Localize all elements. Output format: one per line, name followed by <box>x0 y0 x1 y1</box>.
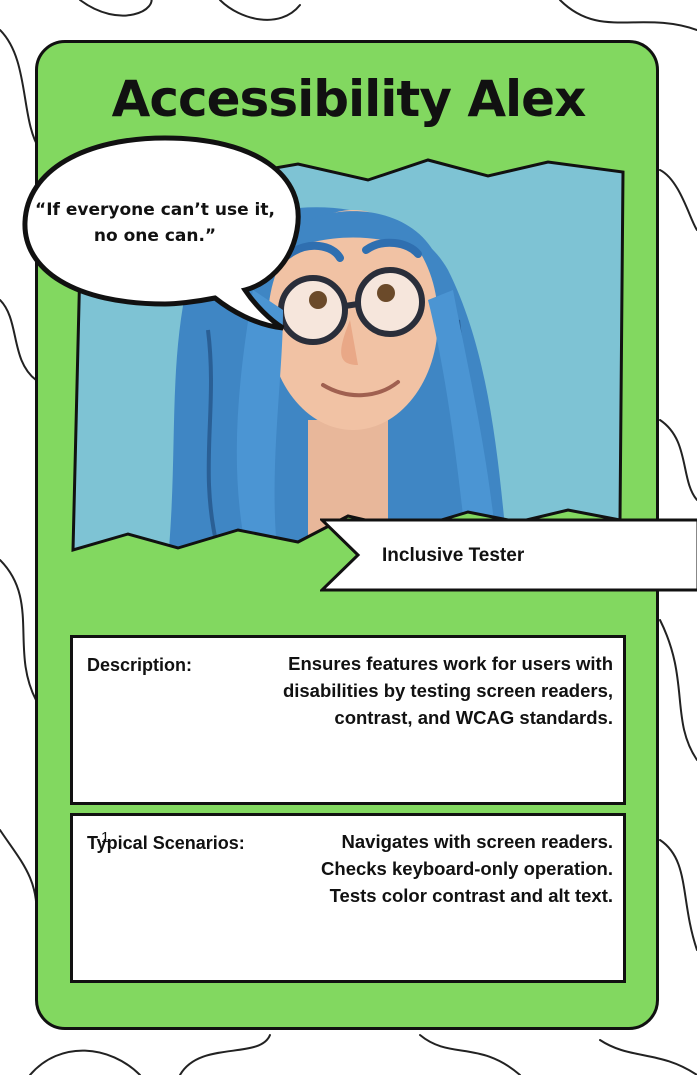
persona-quote: “If everyone can’t use it, no one can.” <box>35 200 275 246</box>
description-label: Description: <box>87 655 193 675</box>
scenario-line: Tests color contrast and alt text. <box>329 885 613 906</box>
description-line: disabilities by testing screen readers, <box>282 680 613 701</box>
scenarios-text: Navigates with screen readers. Checks ke… <box>223 828 613 909</box>
scenario-line: Checks keyboard-only operation. <box>321 858 613 879</box>
description-box: Description: Ensures features work for u… <box>70 635 626 805</box>
description-line: Ensures features work for users with <box>288 653 613 674</box>
description-text: Ensures features work for users with dis… <box>223 650 613 731</box>
scenario-line: Navigates with screen readers. <box>341 831 613 852</box>
stray-number-mark: 1 <box>101 829 110 846</box>
persona-name: Accessibility Alex <box>111 70 587 128</box>
scenarios-box: Typical Scenarios: Navigates with screen… <box>70 813 626 983</box>
description-line: contrast, and WCAG standards. <box>334 707 613 728</box>
role-label: Inclusive Tester <box>382 545 525 566</box>
scenarios-label: Typical Scenarios: <box>87 833 245 853</box>
